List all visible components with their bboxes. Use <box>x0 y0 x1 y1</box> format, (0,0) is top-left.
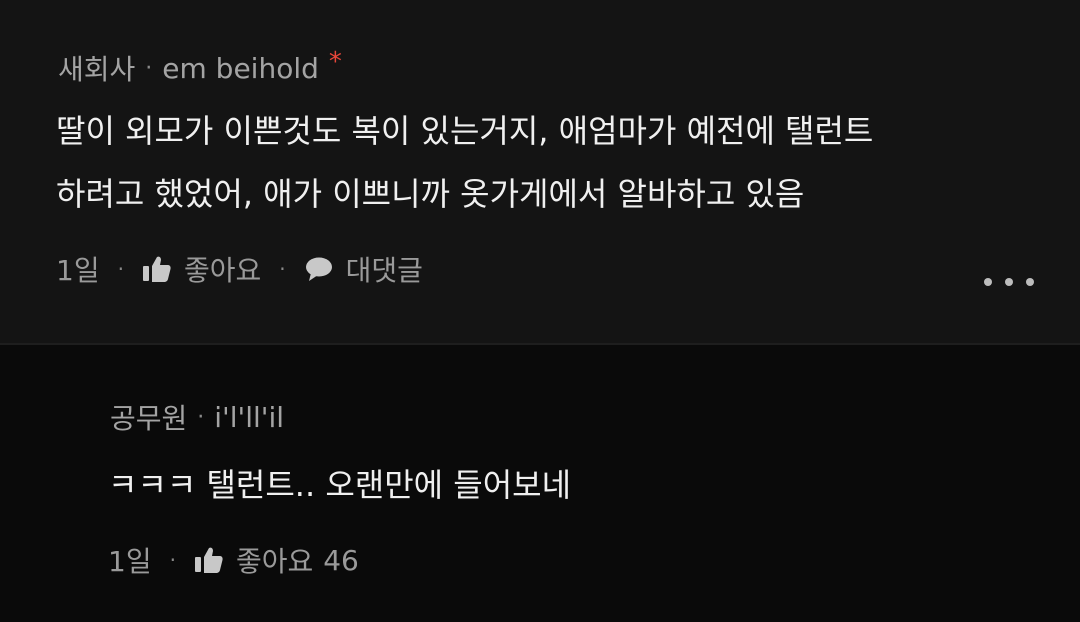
comment-line: 하려고 했었어, 애가 이쁘니까 옷가게에서 알바하고 있음 <box>56 175 805 213</box>
reply-button[interactable]: 대댓글 <box>304 249 423 289</box>
comment-body: ㅋㅋㅋ 탤런트.. 오랜만에 들어보네 <box>108 454 571 517</box>
comment-actions: 1일 · 좋아요 · 대댓글 <box>56 249 423 289</box>
reply-label: 대댓글 <box>345 254 423 287</box>
more-horizontal-icon[interactable] <box>984 268 1034 296</box>
meta-separator: · <box>145 55 153 81</box>
more-dot <box>984 278 992 286</box>
company-name: 새회사 <box>58 53 136 86</box>
comment-line: 딸이 외모가 이쁜것도 복이 있는거지, 애엄마가 예전에 탤런트 <box>56 112 874 150</box>
comment-actions: 1일 · 좋아요 46 <box>108 540 359 580</box>
like-label: 좋아요 <box>183 254 262 287</box>
thumbs-up-icon <box>194 546 224 574</box>
author-name[interactable]: em beihold <box>162 52 319 85</box>
comment-main: 새회사 · em beihold * 딸이 외모가 이쁜것도 복이 있는거지, … <box>0 0 1080 343</box>
comment-reply: 공무원 · i'l'll'il ㅋㅋㅋ 탤런트.. 오랜만에 들어보네 1일 ·… <box>0 345 1080 622</box>
comment-meta: 새회사 · em beihold * <box>58 47 342 88</box>
more-dot <box>1005 278 1013 286</box>
speech-bubble-icon <box>304 256 334 282</box>
like-button[interactable]: 좋아요 <box>142 249 261 289</box>
action-separator: · <box>279 257 286 281</box>
action-separator: · <box>117 257 124 281</box>
comment-body: 딸이 외모가 이쁜것도 복이 있는거지, 애엄마가 예전에 탤런트 하려고 했었… <box>56 100 873 226</box>
like-count: 46 <box>323 543 359 577</box>
comment-line: ㅋㅋㅋ 탤런트.. 오랜만에 들어보네 <box>108 466 572 504</box>
author-name[interactable]: i'l'll'il <box>214 401 284 434</box>
action-separator: · <box>169 548 176 572</box>
comment-time: 1일 <box>108 545 152 578</box>
author-mark: * <box>328 47 342 77</box>
more-dot <box>1026 278 1034 286</box>
comment-meta: 공무원 · i'l'll'il <box>110 397 284 437</box>
thumbs-up-icon <box>142 255 172 283</box>
meta-separator: · <box>197 404 205 430</box>
like-button[interactable]: 좋아요 46 <box>194 540 359 580</box>
company-name: 공무원 <box>110 402 188 435</box>
comment-time: 1일 <box>56 254 100 287</box>
like-label: 좋아요 <box>235 545 314 578</box>
